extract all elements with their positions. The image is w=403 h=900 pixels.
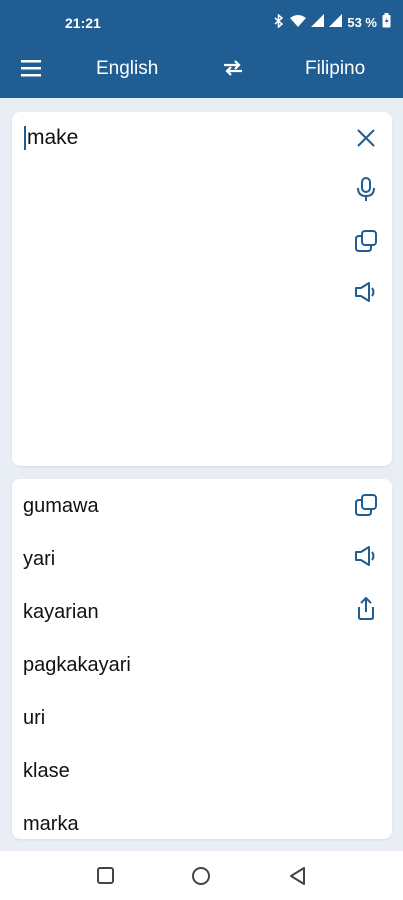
signal-icon-2 [329, 14, 343, 30]
result-item[interactable]: uri [23, 705, 131, 758]
translation-results-card: gumawa yari kayarian pagkakayari uri kla… [12, 479, 392, 839]
speak-button[interactable] [352, 278, 380, 306]
menu-icon [21, 60, 41, 77]
share-result-button[interactable] [352, 594, 380, 622]
recents-button[interactable] [95, 865, 117, 887]
copy-result-button[interactable] [352, 491, 380, 519]
source-language-button[interactable]: English [96, 58, 158, 80]
back-icon [290, 867, 305, 885]
copy-button[interactable] [352, 227, 380, 255]
result-item[interactable]: kayarian [23, 599, 131, 652]
battery-icon [382, 13, 391, 31]
speaker-icon [355, 546, 375, 566]
back-button[interactable] [287, 865, 309, 887]
speaker-icon [355, 282, 375, 302]
share-icon [358, 596, 374, 620]
signal-icon [311, 14, 325, 30]
status-bar: 21:21 53 % [0, 0, 403, 38]
input-card: make [12, 112, 392, 466]
result-item[interactable]: yari [23, 546, 131, 599]
system-navigation-bar [0, 851, 403, 900]
menu-button[interactable] [18, 56, 44, 80]
clear-button[interactable] [352, 124, 380, 152]
bluetooth-icon [273, 12, 285, 31]
speak-result-button[interactable] [352, 542, 380, 570]
source-text-input[interactable]: make [24, 126, 78, 150]
result-item[interactable]: pagkakayari [23, 652, 131, 705]
wifi-icon [290, 14, 307, 30]
battery-percent: 53 % [347, 14, 377, 30]
microphone-button[interactable] [352, 175, 380, 203]
copy-icon [355, 494, 377, 516]
target-language-button[interactable]: Filipino [305, 58, 365, 80]
home-icon [192, 867, 210, 885]
result-item[interactable]: gumawa [23, 493, 131, 546]
status-time: 21:21 [65, 15, 101, 31]
results-list: gumawa yari kayarian pagkakayari uri kla… [23, 493, 131, 839]
recents-icon [97, 867, 114, 884]
swap-languages-button[interactable] [220, 56, 246, 80]
home-button[interactable] [190, 865, 212, 887]
result-item[interactable]: klase [23, 758, 131, 811]
copy-icon [355, 230, 377, 252]
app-bar: English Filipino [0, 38, 403, 98]
microphone-icon [357, 177, 375, 201]
status-icons: 53 % [273, 12, 391, 31]
clear-icon [357, 129, 375, 147]
swap-icon [224, 60, 242, 76]
result-item[interactable]: marka [23, 811, 131, 839]
